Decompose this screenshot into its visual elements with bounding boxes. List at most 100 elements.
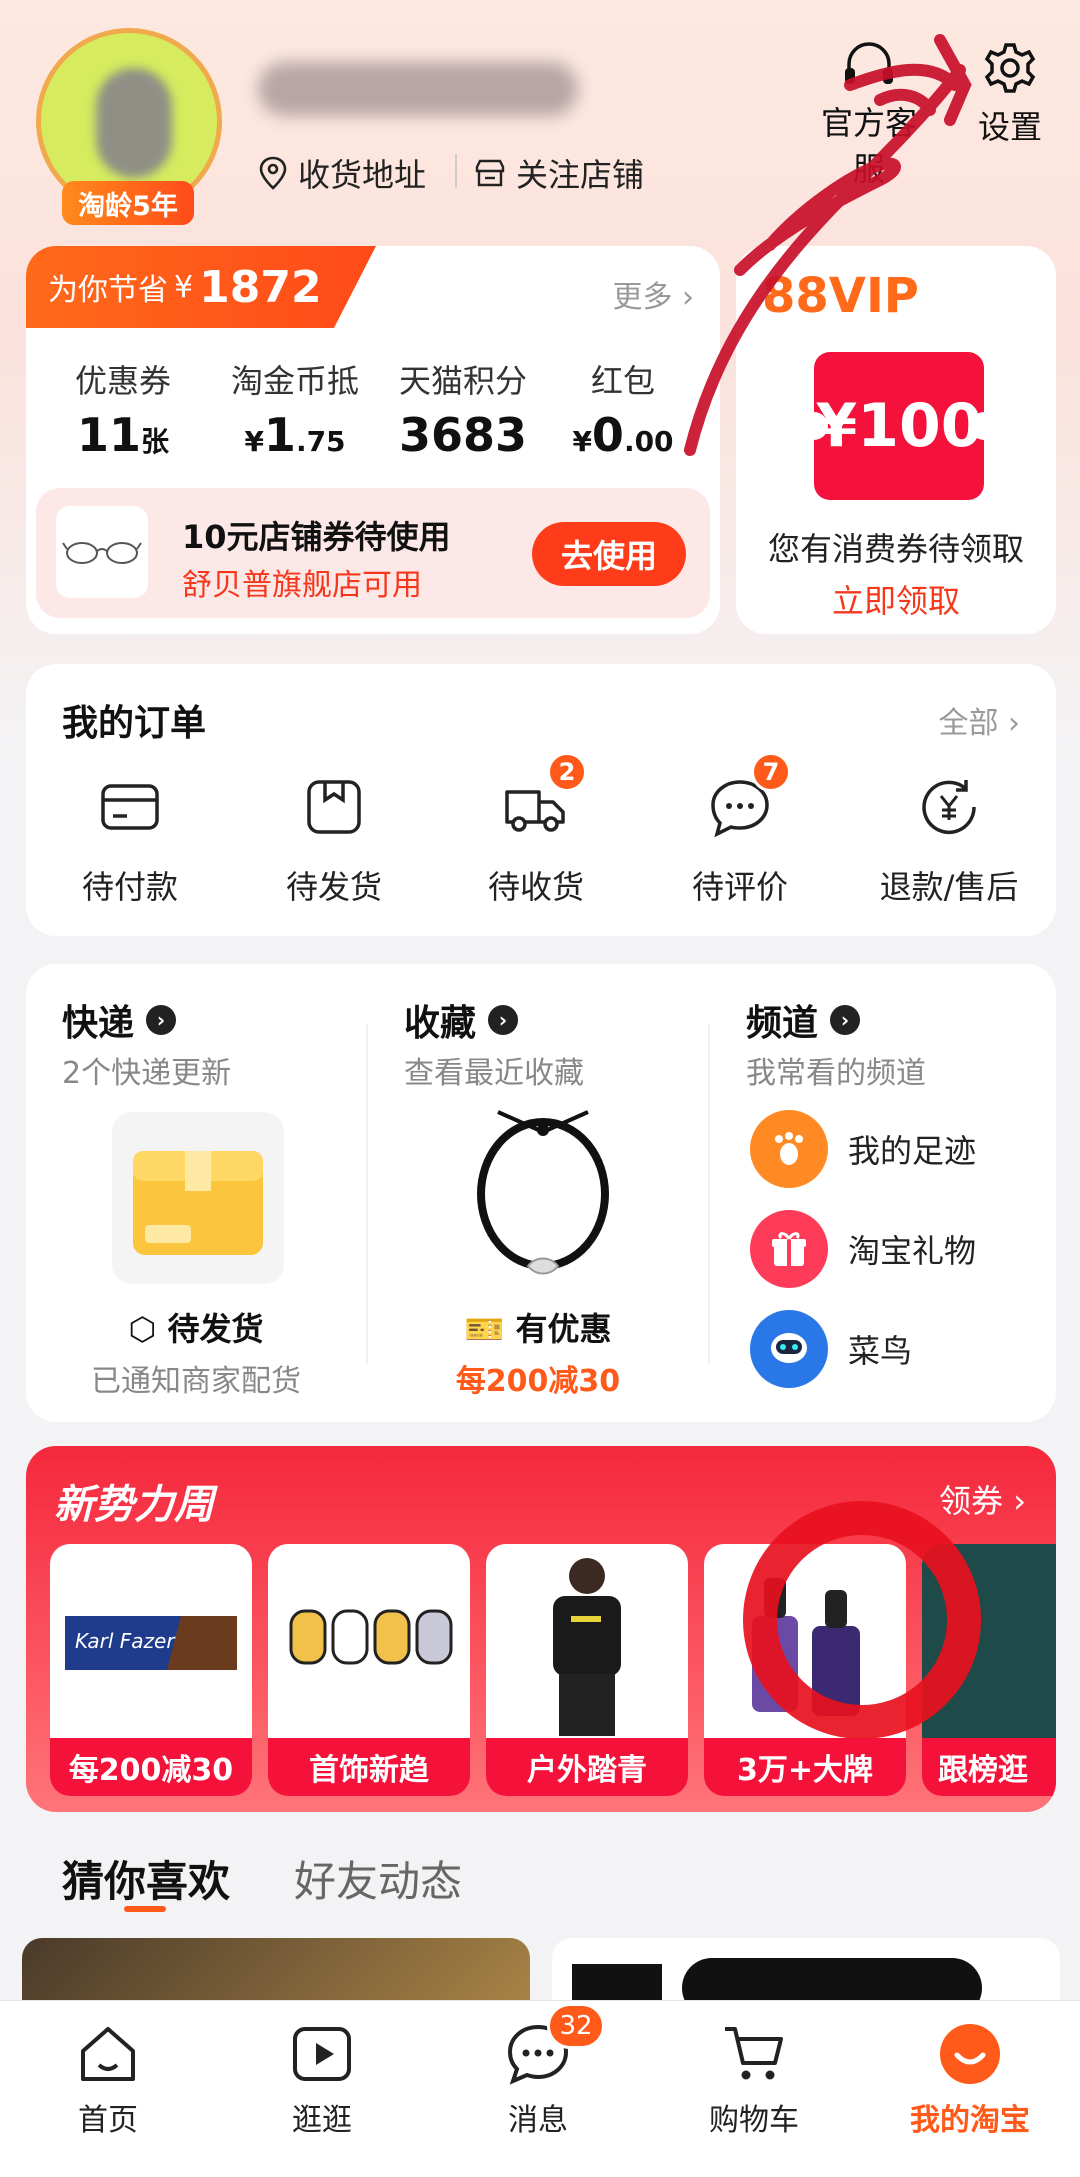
nav-messages[interactable]: 32 消息 <box>458 2003 618 2139</box>
stat-red-packet[interactable]: 红包 ¥0.00 <box>538 356 708 462</box>
vip-ticket: ¥100 <box>800 352 998 500</box>
order-label: 待发货 <box>285 868 382 906</box>
gear-icon <box>962 40 1058 96</box>
home-icon <box>73 2019 143 2089</box>
favorites-note: 每200减30 <box>455 1364 621 1399</box>
order-label: 待付款 <box>81 868 178 906</box>
wallet-card-icon <box>95 772 165 842</box>
promo-card[interactable]: 首饰新趋 <box>268 1544 470 1796</box>
arrow-circle-icon: › <box>488 1005 519 1035</box>
follow-stores-link[interactable]: 关注店铺 <box>474 150 644 196</box>
promo-card[interactable]: Karl Fazer 每200减30 <box>50 1544 252 1796</box>
channels-title: 频道 › <box>746 994 861 1046</box>
promo-more-label: 领券 <box>939 1482 1004 1520</box>
favorites-status: 🎫 有优惠 <box>464 1310 612 1348</box>
stat-value: 3683 <box>398 408 528 462</box>
dog-earrings-image <box>268 1544 470 1738</box>
channel-footprint[interactable]: 我的足迹 <box>750 1110 976 1188</box>
savings-more-link[interactable]: 更多 › <box>612 272 694 316</box>
chevron-right-icon: › <box>682 280 694 315</box>
cart-icon <box>719 2019 789 2089</box>
order-badge: 7 <box>751 752 791 792</box>
headset-icon <box>806 40 932 92</box>
message-count-badge: 32 <box>547 2003 605 2049</box>
nav-browse[interactable]: 逛逛 <box>242 2019 402 2139</box>
settings-label: 设置 <box>977 108 1042 146</box>
tab-guess-you-like[interactable]: 猜你喜欢 <box>62 1848 230 1909</box>
location-pin-icon <box>258 156 288 190</box>
nav-label: 首页 <box>78 2103 138 2138</box>
stat-coupons[interactable]: 优惠券 11张 <box>38 356 208 462</box>
order-label: 退款/售后 <box>879 868 1019 906</box>
channels-section[interactable]: 频道 › 我常看的频道 我的足迹 淘宝礼物 菜鸟 <box>710 964 1056 1422</box>
footprint-icon <box>750 1110 828 1188</box>
order-pending-shipment[interactable]: 待发货 <box>244 772 424 908</box>
glasses-product-image <box>56 506 148 598</box>
nav-label: 我的淘宝 <box>910 2103 1030 2138</box>
chevron-right-icon: › <box>1013 1482 1026 1520</box>
order-pending-payment[interactable]: 待付款 <box>40 772 220 908</box>
address-link[interactable]: 收货地址 <box>258 150 426 196</box>
promo-card[interactable]: 户外踏青 <box>486 1544 688 1796</box>
address-label: 收货地址 <box>298 156 427 194</box>
vip-card[interactable]: 88VIP ¥100 您有消费券待领取 立即领取 <box>736 246 1056 634</box>
serum-bottles-image <box>704 1544 906 1738</box>
cainiao-robot-icon <box>750 1310 828 1388</box>
order-label: 待收货 <box>487 868 584 906</box>
truck-icon: 2 <box>501 752 587 842</box>
tab-friend-activity[interactable]: 好友动态 <box>294 1848 462 1909</box>
stat-label: 红包 <box>590 362 655 400</box>
channel-gifts[interactable]: 淘宝礼物 <box>750 1210 976 1288</box>
coupon-title: 10元店铺券待使用 <box>182 518 451 556</box>
sportswear-model-image <box>486 1544 688 1738</box>
promo-card[interactable]: 3万+大牌 <box>704 1544 906 1796</box>
order-pending-review[interactable]: 7 待评价 <box>650 752 830 908</box>
promo-card-label: 3万+大牌 <box>704 1738 906 1796</box>
nav-home[interactable]: 首页 <box>28 2019 188 2139</box>
nav-my-taobao[interactable]: 我的淘宝 <box>890 2019 1050 2139</box>
channel-label: 淘宝礼物 <box>848 1232 977 1270</box>
savings-card: 为你节省 ¥ 1872 更多 › 优惠券 11张 淘金币抵 ¥1.75 天猫积分… <box>26 246 720 634</box>
settings-button[interactable]: 设置 <box>962 40 1058 148</box>
stat-tmall-points[interactable]: 天猫积分 3683 <box>378 356 548 462</box>
express-note: 已通知商家配货 <box>91 1364 301 1399</box>
customer-service-button[interactable]: 官方客服 <box>806 40 932 190</box>
promo-card-label: 跟榜逛 <box>922 1738 1056 1796</box>
ticket-amount: ¥100 <box>815 391 983 461</box>
promo-logo: 新势力周 <box>54 1482 214 1528</box>
order-pending-receipt[interactable]: 2 待收货 <box>446 752 626 908</box>
promo-card[interactable]: 跟榜逛 <box>922 1544 1056 1796</box>
arrow-circle-icon: › <box>830 1005 861 1035</box>
promo-card-label: 每200减30 <box>50 1738 252 1796</box>
orders-all-link[interactable]: 全部 › <box>938 698 1020 742</box>
refund-yen-icon <box>914 772 984 842</box>
favorites-section[interactable]: 收藏 › 查看最近收藏 🎫 有优惠 每200减30 <box>368 964 708 1422</box>
product-image <box>922 1544 1056 1738</box>
nav-label: 逛逛 <box>292 2103 352 2138</box>
vip-claim-link[interactable]: 立即领取 <box>736 576 1056 622</box>
orders-title: 我的订单 <box>62 703 207 744</box>
follow-label: 关注店铺 <box>516 156 645 194</box>
coupon-icon: 🎫 <box>464 1310 505 1348</box>
stat-label: 优惠券 <box>74 362 171 400</box>
express-section[interactable]: 快递 › 2个快递更新 ⬡ 待发货 已通知商家配货 <box>26 964 366 1422</box>
order-badge: 2 <box>547 752 587 792</box>
orders-card: 我的订单 全部 › 待付款 待发货 2 待收货 7 待评价 退款/售后 <box>26 664 1056 936</box>
savings-amount: 1872 <box>199 261 322 313</box>
stat-label: 天猫积分 <box>398 362 527 400</box>
nav-label: 购物车 <box>709 2103 799 2138</box>
express-subtitle: 2个快递更新 <box>62 1056 232 1091</box>
channel-cainiao[interactable]: 菜鸟 <box>750 1310 912 1388</box>
stat-taojinbi[interactable]: 淘金币抵 ¥1.75 <box>210 356 380 462</box>
taobao-smile-icon <box>935 2019 1005 2089</box>
order-refund[interactable]: 退款/售后 <box>854 772 1044 908</box>
promo-coupon-link[interactable]: 领券 › <box>939 1476 1026 1522</box>
coupon-subtitle: 舒贝普旗舰店可用 <box>182 568 422 603</box>
use-coupon-button[interactable]: 去使用 <box>532 522 686 586</box>
store-coupon-banner[interactable]: 10元店铺券待使用 舒贝普旗舰店可用 去使用 <box>36 488 710 618</box>
new-trend-week-banner[interactable]: 新势力周 领券 › Karl Fazer 每200减30 首饰新趋 户外踏青 3… <box>26 1446 1056 1812</box>
chat-bubble-icon: 7 <box>705 752 791 842</box>
nav-cart[interactable]: 购物车 <box>674 2019 834 2139</box>
bottom-navigation: 首页 逛逛 32 消息 购物车 我的淘宝 <box>0 2000 1080 2177</box>
express-title: 快递 › <box>62 994 177 1046</box>
